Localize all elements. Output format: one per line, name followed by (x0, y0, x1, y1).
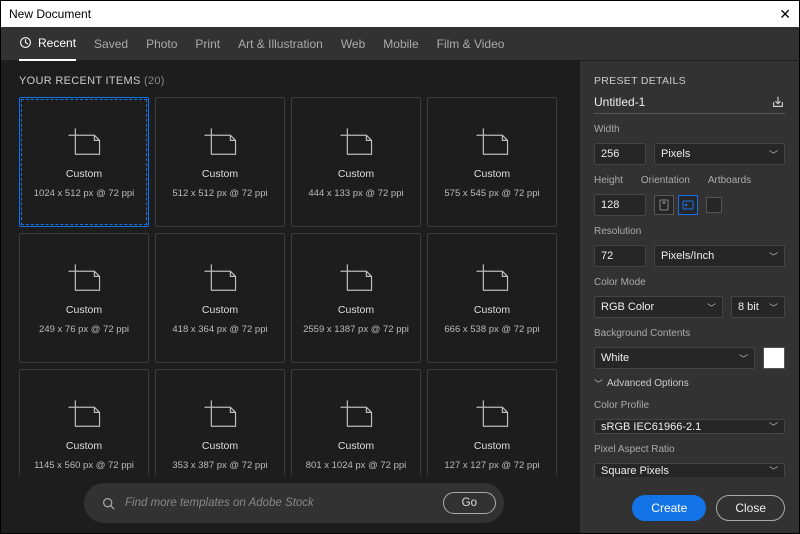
preset-card-title: Custom (66, 304, 102, 316)
chevron-down-icon: ﹀ (707, 301, 716, 314)
preset-card-detail: 353 x 387 px @ 72 ppi (172, 460, 267, 471)
create-button[interactable]: Create (632, 495, 706, 521)
document-icon (201, 126, 239, 160)
titlebar: New Document ✕ (1, 1, 799, 27)
advanced-options-toggle[interactable]: ﹀ Advanced Options (594, 377, 785, 390)
search-input[interactable] (125, 497, 433, 509)
preset-card-title: Custom (338, 168, 374, 180)
preset-card-detail: 512 x 512 px @ 72 ppi (172, 188, 267, 199)
resolution-unit-dropdown[interactable]: Pixels/Inch﹀ (654, 245, 785, 267)
preset-card-title: Custom (202, 168, 238, 180)
document-icon (65, 126, 103, 160)
resolution-input[interactable] (594, 245, 646, 267)
clock-icon (19, 36, 32, 49)
chevron-down-icon: ﹀ (769, 148, 778, 161)
recent-grid: Custom 1024 x 512 px @ 72 ppi Custom 512 x … (19, 97, 569, 475)
tab-photo[interactable]: Photo (146, 28, 177, 60)
preset-card-detail: 1145 x 560 px @ 72 ppi (34, 460, 134, 471)
close-icon[interactable]: ✕ (779, 6, 791, 23)
document-icon (337, 262, 375, 296)
preset-card[interactable]: Custom 512 x 512 px @ 72 ppi (155, 97, 285, 227)
window-title: New Document (9, 7, 91, 21)
tab-mobile[interactable]: Mobile (383, 28, 418, 60)
preset-card-title: Custom (66, 440, 102, 452)
chevron-down-icon: ﹀ (739, 352, 748, 365)
recent-heading: YOUR RECENT ITEMS (20) (19, 75, 569, 87)
tabs: Recent Saved Photo Print Art & Illustration W… (1, 27, 799, 61)
preset-card-detail: 444 x 133 px @ 72 ppi (308, 188, 403, 199)
search-icon (102, 497, 115, 510)
document-icon (201, 398, 239, 432)
tab-web[interactable]: Web (341, 28, 365, 60)
tab-recent[interactable]: Recent (19, 27, 76, 61)
preset-card-detail: 575 x 545 px @ 72 ppi (444, 188, 539, 199)
preset-card-title: Custom (202, 440, 238, 452)
height-input[interactable] (594, 194, 646, 216)
background-swatch[interactable] (763, 347, 785, 369)
preset-card-detail: 127 x 127 px @ 72 ppi (444, 460, 539, 471)
preset-card[interactable]: Custom 127 x 127 px @ 72 ppi (427, 369, 557, 475)
preset-card[interactable]: Custom 2559 x 1387 px @ 72 ppi (291, 233, 421, 363)
artboards-checkbox[interactable] (706, 197, 722, 213)
search-bar: Go (84, 483, 504, 523)
background-dropdown[interactable]: White﹀ (594, 347, 755, 369)
preset-card[interactable]: Custom 575 x 545 px @ 72 ppi (427, 97, 557, 227)
go-button[interactable]: Go (443, 492, 496, 514)
orientation-portrait-button[interactable] (654, 195, 674, 215)
doc-name-input[interactable] (594, 95, 763, 109)
preset-card-detail: 666 x 538 px @ 72 ppi (444, 324, 539, 335)
preset-card[interactable]: Custom 249 x 76 px @ 72 ppi (19, 233, 149, 363)
document-icon (65, 398, 103, 432)
preset-card-title: Custom (474, 168, 510, 180)
preset-card-title: Custom (202, 304, 238, 316)
preset-card-detail: 801 x 1024 px @ 72 ppi (306, 460, 407, 471)
tab-print[interactable]: Print (195, 28, 220, 60)
tab-art[interactable]: Art & Illustration (238, 28, 323, 60)
document-icon (65, 262, 103, 296)
document-icon (473, 126, 511, 160)
preset-card-title: Custom (338, 304, 374, 316)
document-icon (201, 262, 239, 296)
width-unit-dropdown[interactable]: Pixels﹀ (654, 143, 785, 165)
chevron-down-icon: ﹀ (769, 420, 778, 433)
preset-heading: PRESET DETAILS (594, 75, 785, 87)
close-button[interactable]: Close (716, 495, 785, 521)
preset-card-detail: 1024 x 512 px @ 72 ppi (34, 188, 135, 199)
save-preset-icon[interactable] (771, 95, 785, 109)
preset-card-detail: 2559 x 1387 px @ 72 ppi (303, 324, 409, 335)
preset-card-title: Custom (66, 168, 102, 180)
bit-depth-dropdown[interactable]: 8 bit﹀ (731, 296, 785, 318)
document-icon (337, 398, 375, 432)
orientation-landscape-button[interactable] (678, 195, 698, 215)
preset-card[interactable]: Custom 801 x 1024 px @ 72 ppi (291, 369, 421, 475)
color-mode-dropdown[interactable]: RGB Color﹀ (594, 296, 723, 318)
preset-card-title: Custom (474, 304, 510, 316)
preset-card-detail: 418 x 364 px @ 72 ppi (172, 324, 267, 335)
width-input[interactable] (594, 143, 646, 165)
preset-card[interactable]: Custom 418 x 364 px @ 72 ppi (155, 233, 285, 363)
preset-card-title: Custom (338, 440, 374, 452)
tab-film[interactable]: Film & Video (437, 28, 505, 60)
document-icon (473, 262, 511, 296)
preset-card-title: Custom (474, 440, 510, 452)
document-icon (473, 398, 511, 432)
pixel-aspect-dropdown[interactable]: Square Pixels﹀ (594, 463, 785, 477)
chevron-down-icon: ﹀ (769, 250, 778, 263)
preset-card[interactable]: Custom 353 x 387 px @ 72 ppi (155, 369, 285, 475)
chevron-down-icon: ﹀ (769, 301, 778, 314)
chevron-down-icon: ﹀ (594, 377, 603, 390)
color-profile-dropdown[interactable]: sRGB IEC61966-2.1﹀ (594, 419, 785, 434)
preset-card[interactable]: Custom 1145 x 560 px @ 72 ppi (19, 369, 149, 475)
document-icon (337, 126, 375, 160)
chevron-down-icon: ﹀ (769, 464, 778, 477)
preset-card[interactable]: Custom 444 x 133 px @ 72 ppi (291, 97, 421, 227)
preset-card[interactable]: Custom 1024 x 512 px @ 72 ppi (19, 97, 149, 227)
preset-card[interactable]: Custom 666 x 538 px @ 72 ppi (427, 233, 557, 363)
tab-saved[interactable]: Saved (94, 28, 128, 60)
preset-card-detail: 249 x 76 px @ 72 ppi (39, 324, 129, 335)
